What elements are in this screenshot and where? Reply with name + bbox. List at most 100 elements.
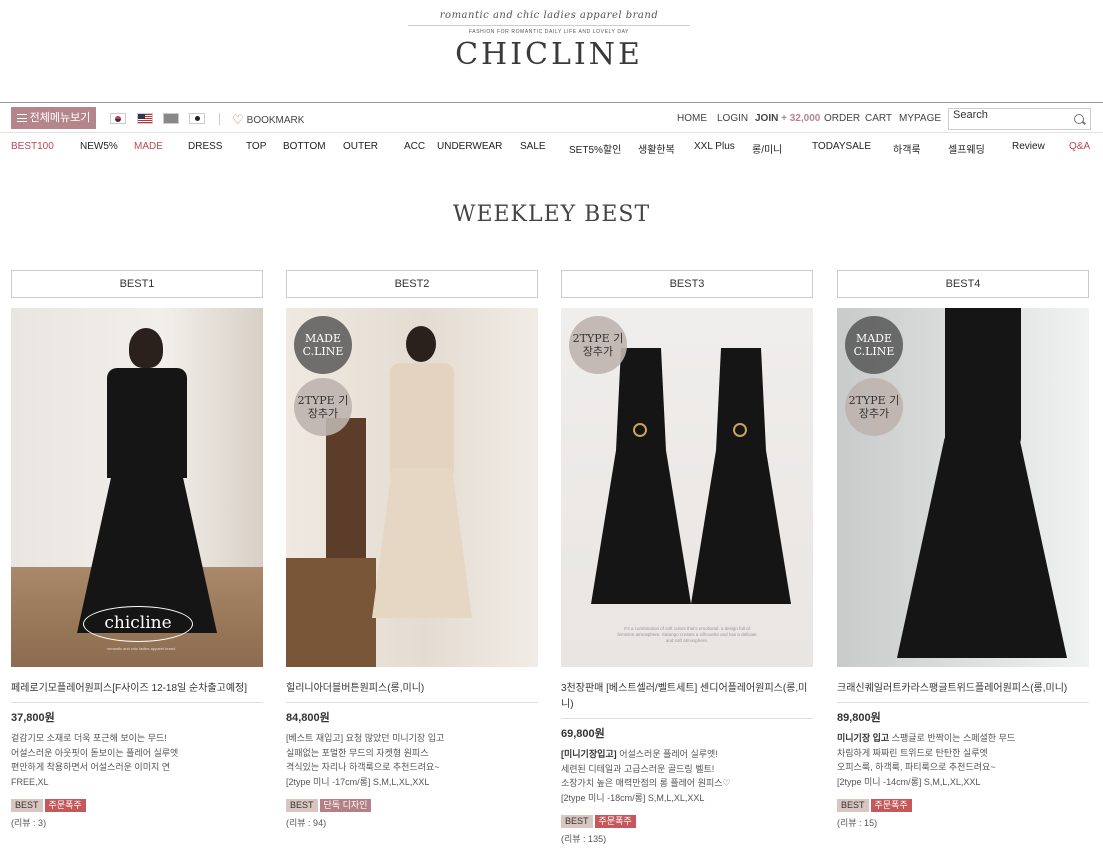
hot-badge: 주문폭주 — [594, 815, 636, 828]
model-head-graphic — [129, 328, 163, 368]
model-skirt-graphic — [897, 438, 1067, 658]
product-card[interactable]: BEST2 MADE C.LINE 2TYPE 기장추가 힐리니아더블버튼원피스… — [286, 270, 538, 829]
site-logo[interactable]: romantic and chic ladies apparel brand F… — [408, 0, 690, 80]
product-card[interactable]: BEST3 2TYPE 기장추가 It's a combination of s… — [561, 270, 813, 845]
category-item[interactable]: XXL Plus — [694, 141, 735, 152]
product-price: 37,800원 — [11, 712, 55, 724]
product-description: 겉감기모 소재로 더욱 포근해 보이는 무드! 어설스러운 아웃핏이 돋보이는 … — [11, 731, 263, 789]
flag-japan-icon[interactable] — [189, 113, 205, 124]
rank-label: BEST2 — [286, 270, 538, 298]
category-item[interactable]: 롱/미니 — [752, 141, 782, 156]
description-line: 미니기장 입고 스팽글로 반짝이는 스페셜한 무드 — [837, 731, 1089, 746]
model-head-graphic — [406, 326, 436, 362]
divider — [837, 702, 1089, 703]
made-cline-badge: MADE C.LINE — [294, 316, 352, 374]
two-type-badge: 2TYPE 기장추가 — [294, 378, 352, 436]
top-bar: 전체메뉴보기 ♡ BOOKMARK HOME LOGIN JOIN + 32,00… — [0, 102, 1103, 133]
brand-watermark: chicline — [83, 606, 193, 642]
badge-row: BEST 주문폭주 — [837, 795, 1089, 812]
bookmark-link[interactable]: ♡ BOOKMARK — [232, 112, 304, 128]
hamburger-icon — [16, 114, 27, 123]
category-item[interactable]: Q&A — [1069, 141, 1090, 152]
review-count: (리뷰 : 15) — [837, 818, 878, 828]
category-item[interactable]: OUTER — [343, 141, 378, 152]
product-card[interactable]: BEST4 MADE C.LINE 2TYPE 기장추가 크래신퀘일러트카라스팽… — [837, 270, 1089, 829]
rank-label: BEST3 — [561, 270, 813, 298]
mypage-link[interactable]: MYPAGE — [899, 113, 941, 124]
category-item[interactable]: DRESS — [188, 141, 222, 152]
all-menu-button[interactable]: 전체메뉴보기 — [11, 107, 96, 129]
category-item[interactable]: 하객룩 — [893, 141, 921, 156]
best-badge: BEST — [561, 815, 593, 828]
badge-row: BEST 주문폭주 — [561, 811, 813, 828]
review-count: (리뷰 : 135) — [561, 834, 607, 844]
product-image[interactable]: MADE C.LINE 2TYPE 기장추가 — [286, 308, 538, 667]
logo-subline: FASHION FOR ROMANTIC DAILY LIFE AND LOVE… — [468, 29, 630, 35]
description-line: 오피스룩, 하객룩, 파티룩으로 추천드려요~ — [837, 762, 996, 772]
category-item[interactable]: BOTTOM — [283, 141, 326, 152]
description-line: 겉감기모 소재로 더욱 포근해 보이는 무드! — [11, 733, 167, 743]
best-badge: BEST — [11, 799, 43, 812]
model-top-graphic — [945, 308, 1021, 448]
category-item[interactable]: TODAYSALE — [812, 141, 871, 152]
product-name[interactable]: 크래신퀘일러트카라스팽글트위드플레어원피스(롱,미니) — [837, 681, 1089, 697]
search-icon[interactable] — [1074, 114, 1084, 124]
watermark-subline: romantic and chic ladies apparel brand — [106, 646, 176, 651]
category-item[interactable]: UNDERWEAR — [437, 141, 502, 152]
cart-link[interactable]: CART — [865, 113, 892, 124]
product-image[interactable]: MADE C.LINE 2TYPE 기장추가 — [837, 308, 1089, 667]
product-name[interactable]: 3천장판매 [베스트셀러/벨트세트] 센디어플레어원피스(롱,미니) — [561, 681, 813, 713]
flag-china-icon[interactable] — [163, 113, 179, 124]
product-price: 84,800원 — [286, 712, 330, 724]
home-link[interactable]: HOME — [677, 113, 707, 124]
description-line: [미니기장입고] 어설스러운 플레어 실루엣! — [561, 747, 813, 762]
category-item[interactable]: TOP — [246, 141, 266, 152]
flag-usa-icon[interactable] — [137, 113, 153, 124]
login-link[interactable]: LOGIN — [717, 113, 748, 124]
section-title: WEEKLEY BEST — [452, 202, 651, 227]
description-line: 차림하게 짜짜린 트위드로 탄탄한 실루엣 — [837, 747, 988, 758]
product-description: 미니기장 입고 스팽글로 반짝이는 스페셜한 무드 차림하게 짜짜린 트위드로 … — [837, 731, 1089, 789]
category-item[interactable]: SET5%할인 — [569, 141, 621, 156]
join-label: JOIN — [755, 113, 779, 124]
product-price: 69,800원 — [561, 728, 605, 740]
flag-korea-icon[interactable] — [110, 113, 126, 124]
order-link[interactable]: ORDER — [824, 113, 860, 124]
description-line: 세련된 디테일과 고급스러운 골드링 벨트! — [561, 763, 715, 774]
logo-wordmark: CHICLINE — [455, 37, 643, 72]
description-line: 어설스러운 아웃핏이 돋보이는 플레어 실루엣 — [11, 747, 179, 758]
product-name[interactable]: 페레로기모플레어원피스[F사이즈 12-18일 순차출고예정] — [11, 681, 263, 697]
join-link[interactable]: JOIN + 32,000 — [755, 113, 820, 124]
description-line: [2type 미니 -17cm/롱] S,M,L,XL,XXL — [286, 776, 430, 787]
category-item[interactable]: SALE — [520, 141, 546, 152]
product-card[interactable]: BEST1 chicline romantic and chic ladies … — [11, 270, 263, 829]
product-price: 89,800원 — [837, 712, 881, 724]
description-highlight: 미니기장 입고 — [837, 733, 890, 743]
hot-badge: 주문폭주 — [44, 799, 86, 812]
description-line: 실패없는 포멀한 무드의 자켓형 원피스 — [286, 747, 429, 758]
dress-left-graphic — [591, 348, 691, 604]
badge-row: BEST 단독 디자인 — [286, 795, 538, 812]
image-caption: It's a combination of soft colors that's… — [617, 626, 757, 643]
category-item[interactable]: ACC — [404, 141, 425, 152]
model-skirt-graphic — [372, 468, 472, 618]
category-item[interactable]: 셀프웨딩 — [948, 141, 985, 156]
best-badge: BEST — [837, 799, 869, 812]
category-item[interactable]: 생활한복 — [638, 141, 675, 156]
product-image[interactable]: 2TYPE 기장추가 It's a combination of soft co… — [561, 308, 813, 667]
rank-label: BEST4 — [837, 270, 1089, 298]
category-item[interactable]: NEW5% — [80, 141, 118, 152]
description-line: 소장가치 높은 매력만점의 롱 플레어 원피스♡ — [561, 778, 731, 788]
logo-tagline: romantic and chic ladies apparel brand — [439, 10, 659, 21]
description-text: 스팽글로 반짝이는 스페셜한 무드 — [891, 733, 1016, 743]
description-text: 어설스러운 플레어 실루엣! — [619, 749, 718, 759]
category-item[interactable]: BEST100 — [11, 141, 54, 152]
category-item[interactable]: MADE — [134, 141, 163, 152]
best-badge: BEST — [286, 799, 318, 812]
category-item[interactable]: Review — [1012, 141, 1045, 152]
divider — [286, 702, 538, 703]
product-name[interactable]: 힐리니아더블버튼원피스(롱,미니) — [286, 681, 538, 697]
two-type-badge: 2TYPE 기장추가 — [845, 378, 903, 436]
product-image[interactable]: chicline romantic and chic ladies appare… — [11, 308, 263, 667]
search-input[interactable]: Search — [948, 108, 1091, 130]
